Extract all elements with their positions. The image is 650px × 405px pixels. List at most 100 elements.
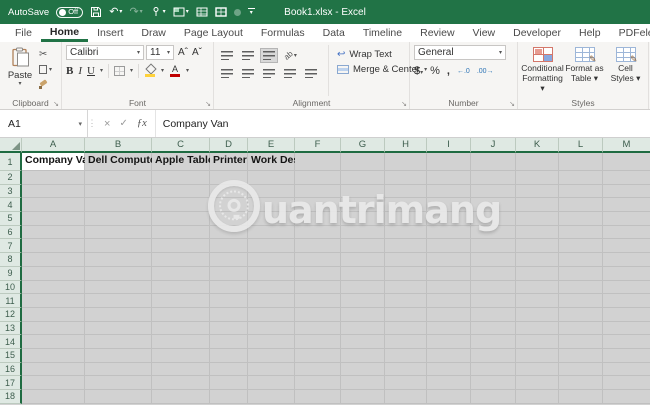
- cell-H3[interactable]: [385, 184, 427, 199]
- cell-A10[interactable]: [22, 280, 85, 295]
- column-header-G[interactable]: G: [341, 138, 385, 153]
- cell-B17[interactable]: [85, 376, 152, 390]
- format-as-table-button[interactable]: ✎ Format as Table ▾: [565, 45, 604, 96]
- cell-L7[interactable]: [559, 239, 603, 254]
- cell-D9[interactable]: [210, 266, 248, 281]
- copy-button[interactable]: ▾: [39, 63, 52, 75]
- cell-H13[interactable]: [385, 321, 427, 336]
- cell-K17[interactable]: [516, 376, 559, 390]
- bottom-align-button[interactable]: [260, 48, 278, 63]
- row-header-11[interactable]: 11: [0, 294, 22, 308]
- cell-M5[interactable]: [603, 212, 650, 226]
- row-header-10[interactable]: 10: [0, 280, 22, 295]
- cell-C16[interactable]: [152, 362, 210, 377]
- cell-M11[interactable]: [603, 294, 650, 308]
- cell-K14[interactable]: [516, 335, 559, 349]
- cell-D18[interactable]: [210, 390, 248, 404]
- insert-function-button[interactable]: ƒx: [137, 118, 147, 129]
- number-dialog-launcher[interactable]: ↘: [509, 100, 515, 108]
- cell-C4[interactable]: [152, 198, 210, 213]
- cut-button[interactable]: ✂: [39, 49, 52, 60]
- cell-M15[interactable]: [603, 348, 650, 363]
- font-family-select[interactable]: Calibri ▾: [66, 45, 144, 60]
- row-header-14[interactable]: 14: [0, 335, 22, 349]
- cell-M18[interactable]: [603, 390, 650, 404]
- cell-I11[interactable]: [427, 294, 471, 308]
- cell-K11[interactable]: [516, 294, 559, 308]
- cell-G13[interactable]: [341, 321, 385, 336]
- cell-D2[interactable]: [210, 171, 248, 185]
- cell-G18[interactable]: [341, 390, 385, 404]
- cell-I9[interactable]: [427, 266, 471, 281]
- row-header-18[interactable]: 18: [0, 390, 22, 404]
- cell-L12[interactable]: [559, 307, 603, 322]
- cell-I12[interactable]: [427, 307, 471, 322]
- select-all-button[interactable]: [0, 138, 22, 153]
- cell-F2[interactable]: [295, 171, 341, 185]
- cell-E18[interactable]: [248, 390, 295, 404]
- cell-D7[interactable]: [210, 239, 248, 254]
- alignment-dialog-launcher[interactable]: ↘: [401, 100, 407, 108]
- cell-G16[interactable]: [341, 362, 385, 377]
- save-button[interactable]: [90, 6, 102, 18]
- cell-M1[interactable]: [603, 153, 650, 171]
- cell-J2[interactable]: [471, 171, 516, 185]
- cell-H4[interactable]: [385, 198, 427, 213]
- cell-E13[interactable]: [248, 321, 295, 336]
- tab-file[interactable]: File: [6, 25, 41, 42]
- cell-B4[interactable]: [85, 198, 152, 213]
- cell-B7[interactable]: [85, 239, 152, 254]
- row-header-12[interactable]: 12: [0, 307, 22, 322]
- cell-A6[interactable]: [22, 225, 85, 240]
- cell-M13[interactable]: [603, 321, 650, 336]
- top-align-button[interactable]: [218, 48, 236, 63]
- undo-button[interactable]: ↶ ▾: [109, 6, 122, 18]
- cell-B15[interactable]: [85, 348, 152, 363]
- cell-C7[interactable]: [152, 239, 210, 254]
- column-header-L[interactable]: L: [559, 138, 603, 153]
- cell-E6[interactable]: [248, 225, 295, 240]
- cell-K9[interactable]: [516, 266, 559, 281]
- cell-J16[interactable]: [471, 362, 516, 377]
- cell-E5[interactable]: [248, 212, 295, 226]
- cell-I18[interactable]: [427, 390, 471, 404]
- cell-F15[interactable]: [295, 348, 341, 363]
- cell-L14[interactable]: [559, 335, 603, 349]
- cell-H8[interactable]: [385, 253, 427, 267]
- cell-D4[interactable]: [210, 198, 248, 213]
- cell-C9[interactable]: [152, 266, 210, 281]
- cell-E4[interactable]: [248, 198, 295, 213]
- cell-G9[interactable]: [341, 266, 385, 281]
- cell-F12[interactable]: [295, 307, 341, 322]
- cell-J9[interactable]: [471, 266, 516, 281]
- cell-B6[interactable]: [85, 225, 152, 240]
- formula-input[interactable]: Company Van: [156, 110, 650, 137]
- cell-D12[interactable]: [210, 307, 248, 322]
- cell-G11[interactable]: [341, 294, 385, 308]
- cell-A4[interactable]: [22, 198, 85, 213]
- column-header-F[interactable]: F: [295, 138, 341, 153]
- cell-C17[interactable]: [152, 376, 210, 390]
- tab-insert[interactable]: Insert: [88, 25, 132, 42]
- row-header-4[interactable]: 4: [0, 198, 22, 213]
- cell-C1[interactable]: Apple Tablet: [152, 153, 217, 171]
- cell-K5[interactable]: [516, 212, 559, 226]
- row-header-17[interactable]: 17: [0, 376, 22, 390]
- cell-C13[interactable]: [152, 321, 210, 336]
- cell-G10[interactable]: [341, 280, 385, 295]
- bold-button[interactable]: B: [66, 65, 73, 77]
- cell-D17[interactable]: [210, 376, 248, 390]
- cell-H6[interactable]: [385, 225, 427, 240]
- cell-D13[interactable]: [210, 321, 248, 336]
- cell-I13[interactable]: [427, 321, 471, 336]
- cell-K16[interactable]: [516, 362, 559, 377]
- tab-draw[interactable]: Draw: [132, 25, 175, 42]
- cell-H16[interactable]: [385, 362, 427, 377]
- cell-C14[interactable]: [152, 335, 210, 349]
- tab-pdfelement[interactable]: PDFelement: [610, 25, 650, 42]
- cell-A12[interactable]: [22, 307, 85, 322]
- fill-color-button[interactable]: [144, 65, 156, 77]
- column-header-D[interactable]: D: [210, 138, 248, 153]
- cell-M10[interactable]: [603, 280, 650, 295]
- cell-I2[interactable]: [427, 171, 471, 185]
